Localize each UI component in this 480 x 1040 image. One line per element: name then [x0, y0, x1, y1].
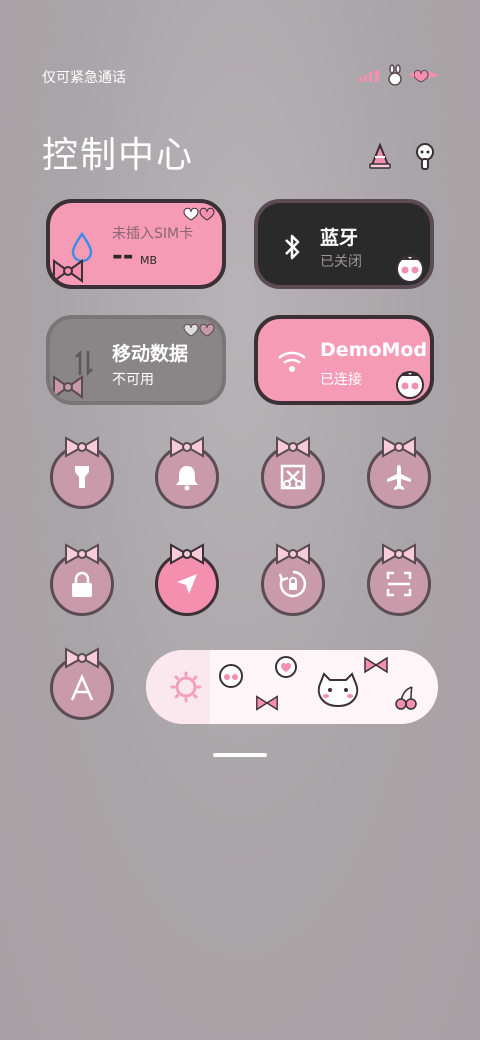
cherry-sticker-icon: [395, 686, 417, 710]
skull-sticker-icon: [219, 664, 243, 688]
location-arrow-icon: [177, 574, 197, 594]
bluetooth-tile[interactable]: 蓝牙 已关闭: [254, 199, 434, 289]
page-title: 控制中心: [42, 135, 195, 176]
bow-deco-icon: [382, 543, 416, 565]
data-usage-unit: MB: [140, 254, 158, 267]
mobile-data-label: 移动数据: [112, 343, 189, 365]
settings-character-icon[interactable]: [414, 143, 436, 171]
flashlight-icon: [75, 466, 89, 488]
dismiss-handle[interactable]: [213, 753, 267, 757]
bow-deco-icon: [170, 543, 204, 565]
bluetooth-status: 已关闭: [320, 254, 362, 270]
skull-deco-icon: [396, 255, 424, 283]
bow-deco-icon: [65, 647, 99, 669]
header-actions: [368, 143, 436, 171]
bow-deco-icon: [53, 259, 83, 283]
data-usage-tile[interactable]: 未插入SIM卡 -- MB: [46, 199, 226, 289]
bow-deco-icon: [170, 436, 204, 458]
scissors-icon: [280, 464, 306, 490]
bow-deco-icon: [53, 375, 83, 399]
data-usage-value: --: [112, 241, 134, 271]
bow-deco-icon: [276, 436, 310, 458]
heart-deco-icon: [183, 323, 215, 337]
mobile-data-status: 不可用: [112, 372, 154, 388]
bow-sticker-icon: [364, 656, 388, 674]
bow-sticker-icon: [256, 695, 278, 711]
brightness-slider[interactable]: [146, 650, 438, 724]
sun-icon: [170, 671, 202, 703]
heart-deco-icon: [183, 207, 215, 221]
heart-sticker-icon: [275, 656, 297, 678]
bow-deco-icon: [276, 543, 310, 565]
bunny-icon: [388, 64, 402, 86]
data-usage-label: 未插入SIM卡: [112, 226, 194, 242]
bow-deco-icon: [382, 436, 416, 458]
battery-heart-icon: [409, 69, 439, 83]
font-a-icon: [70, 674, 94, 701]
bluetooth-label: 蓝牙: [320, 227, 359, 249]
wifi-status: 已连接: [320, 372, 362, 388]
rotation-lock-icon: [278, 570, 307, 598]
edit-cone-icon[interactable]: [368, 143, 392, 169]
wifi-tile[interactable]: DemoMod 已连接: [254, 315, 434, 405]
bow-deco-icon: [65, 436, 99, 458]
lock-icon: [72, 571, 92, 597]
signal-icon: [359, 70, 380, 82]
mobile-data-tile[interactable]: 移动数据 不可用: [46, 315, 226, 405]
wifi-network-name: DemoMod: [320, 339, 428, 361]
skull-deco-icon: [396, 371, 424, 399]
kitty-sticker-icon: [317, 672, 359, 708]
carrier-status: 仅可紧急通话: [42, 70, 126, 86]
bell-icon: [176, 466, 198, 491]
status-icons: [358, 64, 440, 86]
scan-icon: [386, 571, 412, 597]
bluetooth-icon: [285, 234, 300, 260]
airplane-icon: [387, 465, 411, 490]
bow-deco-icon: [65, 543, 99, 565]
wifi-icon: [278, 351, 306, 372]
